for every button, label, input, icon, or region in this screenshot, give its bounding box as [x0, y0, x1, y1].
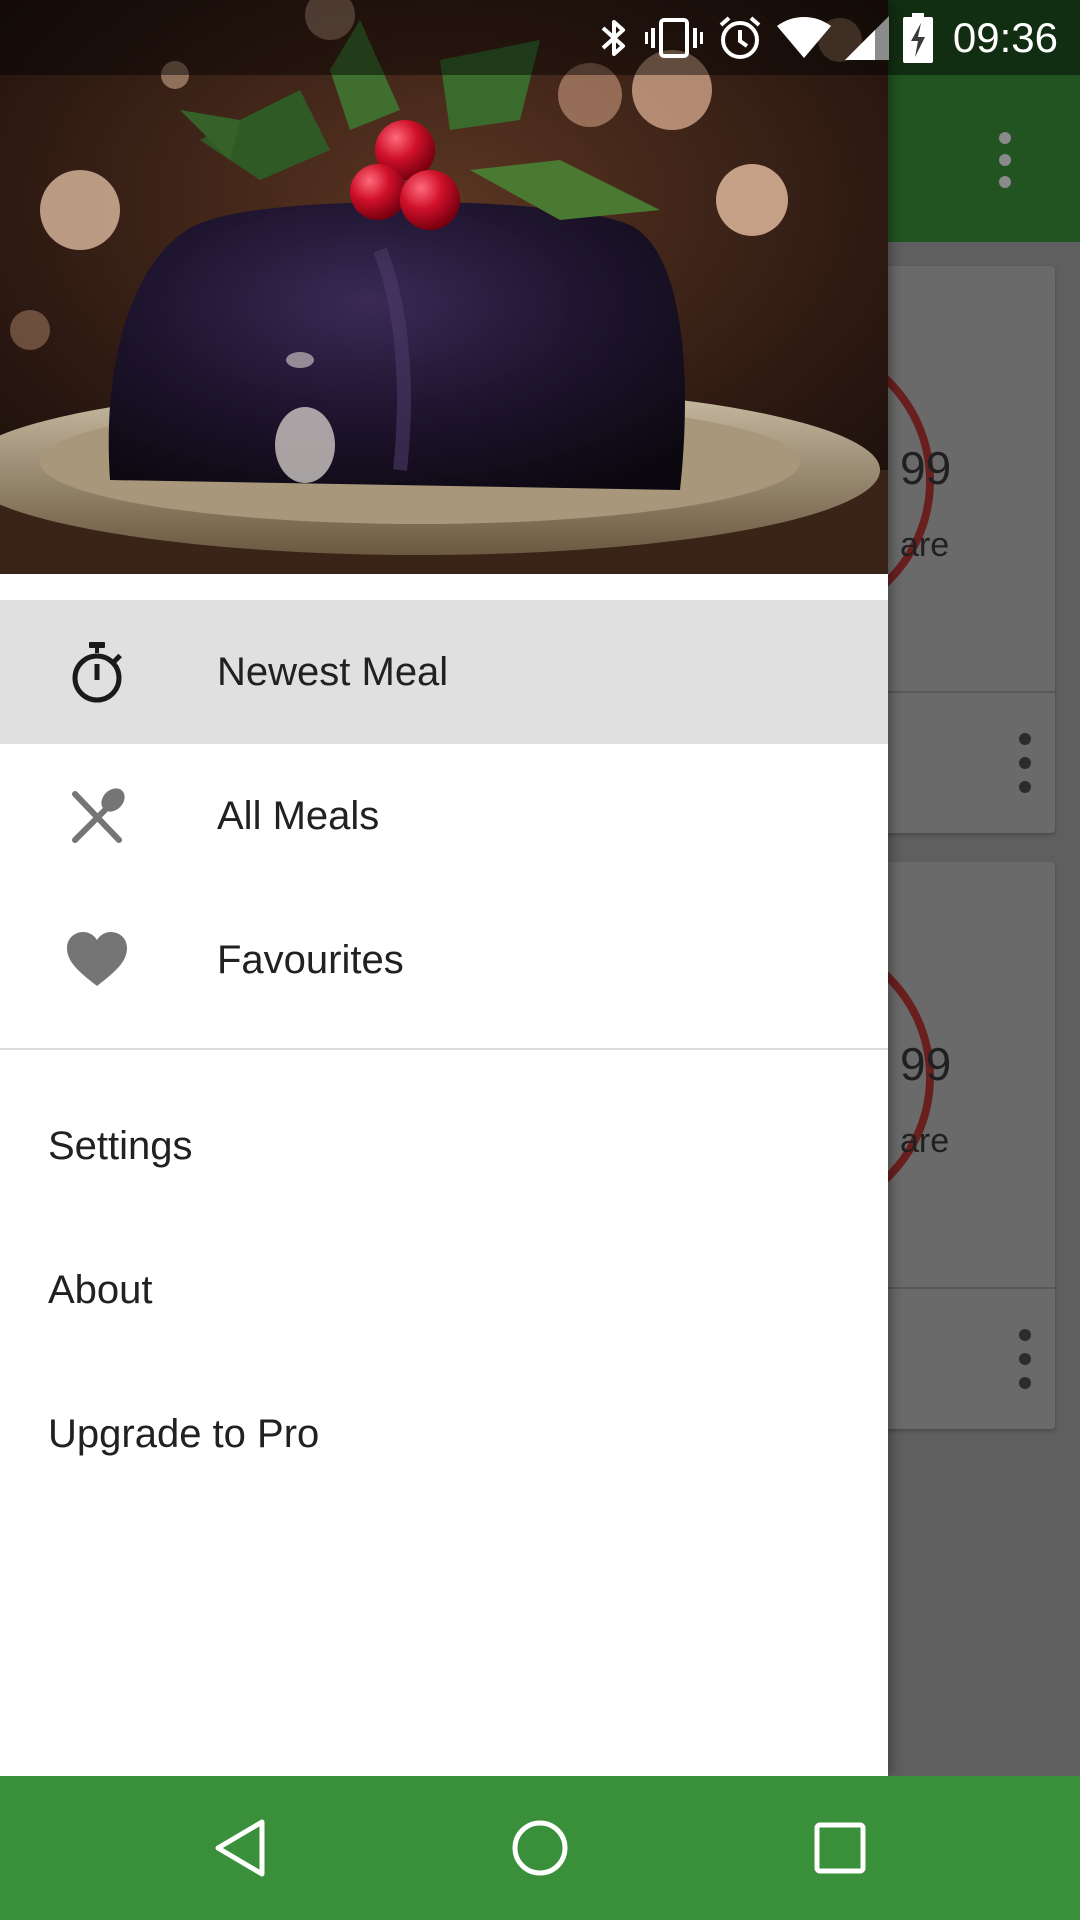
home-button[interactable] [504, 1812, 576, 1884]
status-time: 09:36 [952, 13, 1058, 61]
alarm-icon [719, 15, 761, 59]
stopwatch-icon [72, 642, 122, 703]
ring-number: 99 [900, 442, 952, 494]
navigation-drawer: Newest Meal All Meals Favourites Setting… [0, 0, 888, 1776]
menu-item-favourites[interactable]: Favourites [0, 888, 888, 1032]
recents-icon [814, 1822, 866, 1874]
bluetooth-icon [601, 19, 625, 56]
cutlery-icon [72, 788, 125, 843]
battery-charging-icon [902, 12, 933, 63]
heart-icon [67, 932, 127, 986]
signal-icon [844, 15, 889, 60]
card-overflow-icon[interactable] [1010, 733, 1040, 793]
menu-item-upgrade-to-pro[interactable]: Upgrade to Pro [0, 1362, 888, 1506]
overflow-menu-icon[interactable] [985, 130, 1025, 190]
system-nav-bar [0, 1776, 1080, 1920]
card-overflow-icon[interactable] [1010, 1329, 1040, 1389]
wifi-icon [776, 16, 831, 58]
drawer-menu: Newest Meal All Meals Favourites Setting… [0, 600, 888, 1506]
drawer-header-image [0, 0, 888, 574]
home-icon [512, 1820, 568, 1876]
recents-button[interactable] [804, 1812, 876, 1884]
menu-label: All Meals [217, 793, 380, 838]
menu-item-settings[interactable]: Settings [0, 1074, 888, 1218]
secondary-menu: Settings About Upgrade to Pro [0, 1074, 888, 1506]
vibrate-icon [644, 17, 703, 58]
ring-number: 99 [900, 1038, 952, 1090]
drawer-divider [0, 1048, 888, 1050]
menu-label: Newest Meal [217, 649, 449, 694]
ring-label: are [900, 1122, 950, 1160]
menu-item-all-meals[interactable]: All Meals [0, 744, 888, 888]
status-bar: 09:36 [0, 0, 1080, 75]
back-button[interactable] [204, 1812, 276, 1884]
back-icon [215, 1819, 265, 1877]
menu-item-about[interactable]: About [0, 1218, 888, 1362]
menu-item-newest-meal[interactable]: Newest Meal [0, 600, 888, 744]
christmas-pudding-image [0, 0, 888, 574]
ring-label: are [900, 526, 950, 564]
menu-label: Favourites [217, 937, 404, 982]
